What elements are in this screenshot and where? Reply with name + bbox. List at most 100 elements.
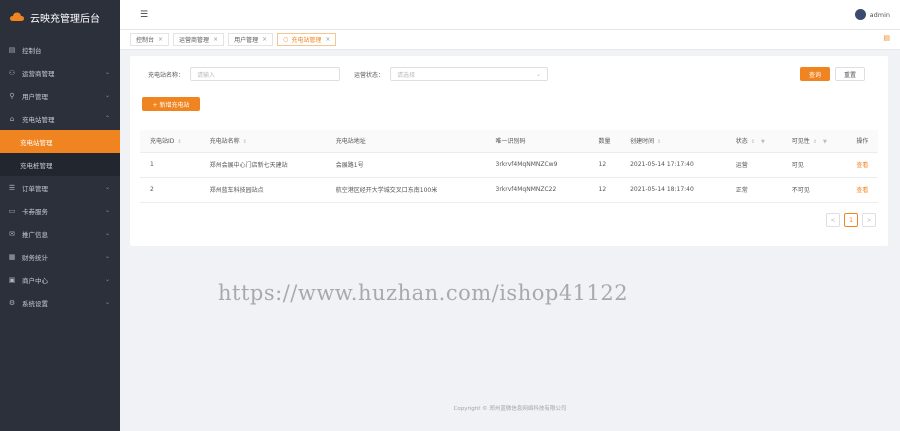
cell-id: 2 <box>140 177 200 203</box>
cell-status: 正常 <box>725 177 782 203</box>
tabs-bar: 控制台 × 运营商管理 × 用户管理 × ○ 充电站管理 × ▤ <box>120 30 900 50</box>
sidebar-item-dashboard[interactable]: ▤ 控制台 <box>0 38 120 61</box>
col-label: 充电站名称 <box>209 138 240 146</box>
sidebar-item-label: 系统设置 <box>22 299 48 308</box>
col-label: 可见性 <box>791 138 810 146</box>
col-label: 唯一识别码 <box>495 138 526 146</box>
sidebar-item-users[interactable]: ⚲ 用户管理 ⌄ <box>0 84 120 107</box>
stations-table: 充电站ID ⇕ 充电站名称 ⇕ 充电站地址 唯一识别码 数量 创建时间 ⇕ 状态 ⇕ ▼ … <box>140 130 878 203</box>
sidebar-item-label: 财务统计 <box>22 253 48 262</box>
tab-users[interactable]: 用户管理 × <box>228 33 274 46</box>
tab-label: 用户管理 <box>234 37 259 44</box>
coupon-icon: ▭ <box>8 206 16 215</box>
tab-label: 充电站管理 <box>291 37 322 44</box>
cell-address: 会展路1号 <box>325 152 486 178</box>
table-row: 2 郑州蓝车科技园站点 航空港区经开大学城交叉口东南100米 3rkrvf4Mq… <box>140 177 878 203</box>
username: admin <box>869 10 890 19</box>
col-address: 充电站地址 <box>325 130 486 153</box>
station-name-label: 充电站名称： <box>148 71 185 79</box>
sidebar-item-merchant[interactable]: ▣ 商户中心 ⌄ <box>0 268 120 291</box>
table-row: 1 郑州会展中心门店新七天建站 会展路1号 3rkrvf4MqNMNZCw9 1… <box>140 152 878 178</box>
col-label: 状态 <box>735 138 748 146</box>
cell-created: 2021-05-14 17:17:40 <box>620 152 726 178</box>
sidebar-subitem-station-manage[interactable]: 充电站管理 <box>0 130 120 153</box>
view-link[interactable]: 查看 <box>856 162 868 169</box>
sidebar-item-promo[interactable]: ✉ 推广信息 ⌄ <box>0 222 120 245</box>
sidebar-item-label: 充电桩管理 <box>20 161 53 170</box>
close-icon[interactable]: × <box>325 36 330 43</box>
add-station-button[interactable]: + 新增充电站 <box>142 97 200 111</box>
close-icon[interactable]: × <box>213 36 218 43</box>
tab-dashboard[interactable]: 控制台 × <box>130 33 170 46</box>
chevron-down-icon: ⌄ <box>104 207 110 214</box>
dashboard-icon: ▤ <box>8 45 16 54</box>
sidebar-item-finance[interactable]: ▦ 财务统计 ⌄ <box>0 245 120 268</box>
col-name[interactable]: 充电站名称 ⇕ <box>199 130 326 153</box>
chevron-down-icon: ⌄ <box>536 70 542 78</box>
tab-label: 运营商管理 <box>179 37 210 44</box>
sort-icon[interactable]: ⇕ <box>657 139 661 145</box>
sort-icon[interactable]: ⇕ <box>243 139 247 145</box>
sidebar-menu: ▤ 控制台 ⚇ 运营商管理 ⌄ ⚲ 用户管理 ⌄ ⌂ 充电站管理 ⌃ 充电站管理 充电桩管理 … <box>0 38 120 314</box>
avatar <box>854 9 866 20</box>
sidebar-item-label: 订单管理 <box>22 184 48 193</box>
sidebar-subitem-pile-manage[interactable]: 充电桩管理 <box>0 153 120 176</box>
sidebar-item-operators[interactable]: ⚇ 运营商管理 ⌄ <box>0 61 120 84</box>
station-name-input[interactable]: 请输入 <box>190 67 341 81</box>
cell-code: 3rkrvf4MqNMNZC22 <box>485 177 589 203</box>
close-icon[interactable]: × <box>158 36 163 43</box>
cell-status: 运营 <box>725 152 782 178</box>
query-button[interactable]: 查询 <box>800 67 830 81</box>
col-qty: 数量 <box>588 130 621 153</box>
col-id[interactable]: 充电站ID ⇕ <box>140 130 200 153</box>
watermark: https://www.huzhan.com/ishop41122 <box>218 281 629 305</box>
order-icon: ☰ <box>8 183 16 192</box>
col-label: 操作 <box>856 138 869 146</box>
sidebar-item-label: 推广信息 <box>22 230 48 239</box>
status-select[interactable]: 请选择 ⌄ <box>390 67 549 81</box>
promo-icon: ✉ <box>9 229 15 238</box>
col-status[interactable]: 状态 ⇕ ▼ <box>725 130 782 153</box>
col-action: 操作 <box>846 130 878 153</box>
next-page-button[interactable]: > <box>862 213 876 227</box>
prev-page-button[interactable]: < <box>826 213 840 227</box>
user-menu[interactable]: admin <box>854 9 890 20</box>
menu-toggle-icon[interactable]: ☰ <box>140 10 150 20</box>
sort-icon[interactable]: ⇕ <box>751 139 755 145</box>
pagination: < 1 > <box>826 213 876 227</box>
reset-button[interactable]: 重置 <box>835 67 865 81</box>
sidebar-item-label: 运营商管理 <box>22 69 55 78</box>
page-button[interactable]: 1 <box>844 213 858 227</box>
finance-icon: ▦ <box>8 252 16 261</box>
sidebar-item-label: 商户中心 <box>22 276 48 285</box>
cell-code: 3rkrvf4MqNMNZCw9 <box>485 152 589 178</box>
cell-created: 2021-05-14 18:17:40 <box>620 177 726 203</box>
tabs-menu-icon[interactable]: ▤ <box>883 34 890 42</box>
sidebar-item-coupons[interactable]: ▭ 卡券服务 ⌄ <box>0 199 120 222</box>
view-link[interactable]: 查看 <box>856 187 868 194</box>
col-visible[interactable]: 可见性 ⇕ ▼ <box>781 130 847 153</box>
sidebar-item-label: 充电站管理 <box>20 138 53 147</box>
chevron-down-icon: ⌄ <box>104 184 110 191</box>
cloud-logo-icon <box>10 12 24 21</box>
sidebar-item-settings[interactable]: ⚙ 系统设置 ⌄ <box>0 291 120 314</box>
filter-icon[interactable]: ▼ <box>761 139 765 145</box>
brand[interactable]: 云映充管理后台 <box>0 0 120 34</box>
sidebar-item-stations[interactable]: ⌂ 充电站管理 ⌃ <box>0 107 120 130</box>
status-label: 运营状态： <box>354 71 385 79</box>
sidebar-item-orders[interactable]: ☰ 订单管理 ⌄ <box>0 176 120 199</box>
col-label: 充电站地址 <box>335 138 366 146</box>
filter-icon[interactable]: ▼ <box>823 139 827 145</box>
merchant-icon: ▣ <box>8 275 16 284</box>
sort-icon[interactable]: ⇕ <box>177 139 181 145</box>
col-created[interactable]: 创建时间 ⇕ <box>620 130 726 153</box>
chevron-down-icon: ⌄ <box>104 230 110 237</box>
tab-operators[interactable]: 运营商管理 × <box>173 33 225 46</box>
main-area: ☰ admin 控制台 × 运营商管理 × 用户管理 × ○ 充电站管理 × ▤ 充电站名… <box>120 0 900 431</box>
chevron-down-icon: ⌄ <box>104 253 110 260</box>
sort-icon[interactable]: ⇕ <box>813 139 817 145</box>
col-label: 创建时间 <box>630 138 655 146</box>
close-icon[interactable]: × <box>262 36 267 43</box>
tab-stations[interactable]: ○ 充电站管理 × <box>277 33 337 46</box>
topbar: ☰ admin <box>120 0 900 30</box>
